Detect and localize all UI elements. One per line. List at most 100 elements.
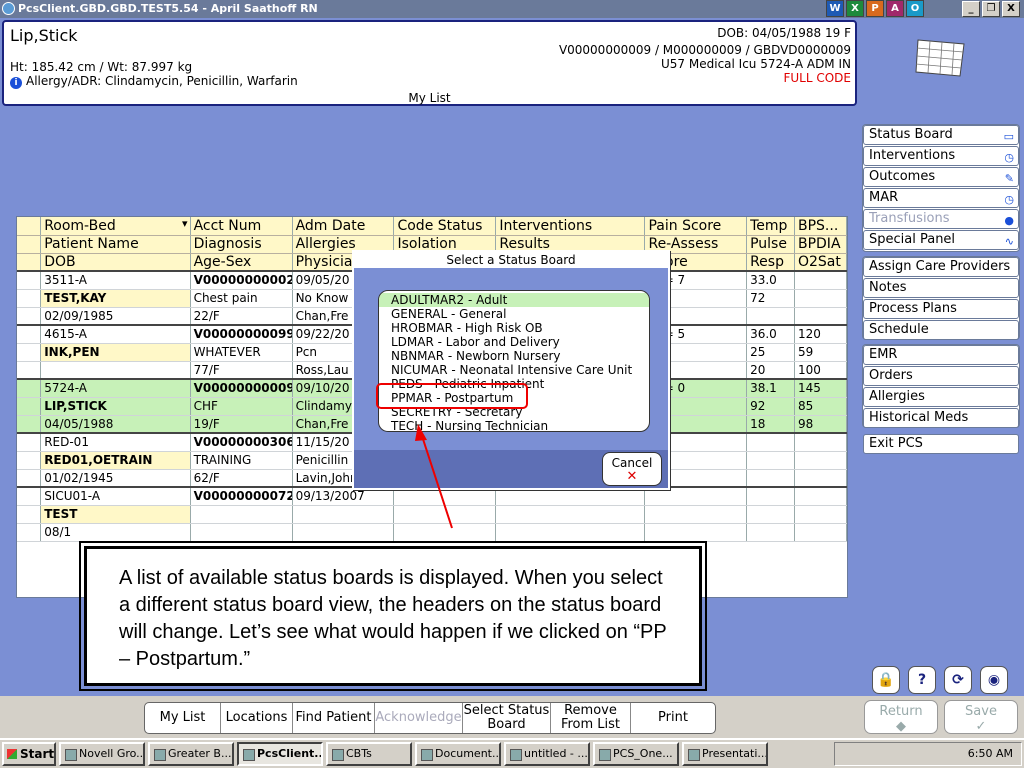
grid-header-cell[interactable]: Age-Sex xyxy=(190,253,293,272)
grid-header-cell[interactable]: Temp xyxy=(746,217,795,236)
sidebar-item-emr[interactable]: EMR xyxy=(863,345,1019,365)
sidebar-item-process-plans[interactable]: Process Plans xyxy=(863,299,1019,319)
table-cell: 02/09/1985 xyxy=(40,307,191,326)
tab-my-list[interactable]: My List xyxy=(145,703,221,733)
grid-header-cell[interactable]: Diagnosis xyxy=(190,235,293,254)
powerpoint-icon[interactable]: P xyxy=(866,0,884,17)
task-presentation[interactable]: Presentati... xyxy=(682,742,768,766)
grid-header-cell[interactable]: O2Sat xyxy=(794,253,847,272)
grid-header-cell[interactable]: Acct Num xyxy=(190,217,293,236)
task-greater[interactable]: Greater B... xyxy=(148,742,234,766)
table-cell: TEST,KAY xyxy=(40,289,191,308)
sort-dropdown-icon[interactable]: ▾ xyxy=(182,217,188,230)
status-board-list[interactable]: ADULTMAR2 - Adult GENERAL - General HROBMA… xyxy=(378,290,650,432)
sidebar-item-label: Transfusions xyxy=(869,211,950,226)
minimize-button[interactable]: _ xyxy=(962,1,980,17)
cancel-button[interactable]: Cancel ✕ xyxy=(602,452,662,486)
lock-icon[interactable]: 🔒 xyxy=(872,666,900,694)
info-icon[interactable]: i xyxy=(10,77,22,89)
tab-print[interactable]: Print xyxy=(631,703,715,733)
table-cell xyxy=(794,451,847,470)
task-untitled[interactable]: untitled - ... xyxy=(504,742,590,766)
table-cell xyxy=(746,505,795,524)
return-button[interactable]: Return ◆ xyxy=(864,700,938,734)
help-icon[interactable]: ? xyxy=(908,666,936,694)
grid-header-cell[interactable]: Room-Bed ▾ xyxy=(40,217,191,236)
task-novell[interactable]: Novell Gro... xyxy=(59,742,145,766)
start-button[interactable]: Start xyxy=(2,742,56,766)
tab-locations[interactable]: Locations xyxy=(221,703,293,733)
status-board-option[interactable]: TECH - Nursing Technician xyxy=(379,419,649,431)
access-icon[interactable]: A xyxy=(886,0,904,17)
table-cell: 08/1 xyxy=(40,523,191,542)
grid-header-cell[interactable]: Pain Score xyxy=(644,217,748,236)
word-icon[interactable]: W xyxy=(826,0,844,17)
settings-icon[interactable]: ◉ xyxy=(980,666,1008,694)
table-row[interactable]: 08/1 xyxy=(17,523,847,542)
sidebar-item-orders[interactable]: Orders xyxy=(863,366,1019,386)
select-status-board-dialog: Select a Status Board ADULTMAR2 - Adult G… xyxy=(352,250,670,490)
sidebar-item-allergies[interactable]: Allergies xyxy=(863,387,1019,407)
restore-button[interactable]: ❐ xyxy=(982,1,1000,17)
grid-header-cell[interactable]: BPDIA xyxy=(794,235,847,254)
sidebar-item-status-board[interactable]: Status Board ▭ xyxy=(863,125,1019,145)
sidebar-item-special-panel[interactable]: Special Panel ∿ xyxy=(863,230,1019,250)
status-board-option[interactable]: GENERAL - General xyxy=(379,307,649,321)
row-gutter xyxy=(17,324,42,344)
sidebar-item-mar-icon: ◷ xyxy=(1004,193,1014,206)
tab-select-status-board[interactable]: Select Status Board xyxy=(463,703,551,733)
table-row[interactable]: TEST xyxy=(17,505,847,524)
status-board-option[interactable]: NICUMAR - Neonatal Intensive Care Unit xyxy=(379,363,649,377)
tab-find-patient[interactable]: Find Patient xyxy=(293,703,375,733)
grid-header-cell[interactable]: Code Status xyxy=(393,217,497,236)
status-board-option[interactable]: HROBMAR - High Risk OB xyxy=(379,321,649,335)
sidebar-item-status-board-icon: ▭ xyxy=(1003,130,1014,143)
sidebar-item-historical-meds[interactable]: Historical Meds xyxy=(863,408,1019,428)
task-pcs-one[interactable]: PCS_One... xyxy=(593,742,679,766)
table-cell xyxy=(495,505,646,524)
grid-header-cell[interactable]: Adm Date xyxy=(292,217,395,236)
save-button[interactable]: Save ✓ xyxy=(944,700,1018,734)
close-button[interactable]: X xyxy=(1002,1,1020,17)
excel-icon[interactable]: X xyxy=(846,0,864,17)
tab-acknowledge[interactable]: Acknowledge xyxy=(375,703,463,733)
grid-header-cell[interactable]: Interventions xyxy=(495,217,646,236)
sidebar-item-assign-care-providers[interactable]: Assign Care Providers xyxy=(863,257,1019,277)
grid-header-cell[interactable]: Pulse xyxy=(746,235,795,254)
outlook-icon[interactable]: O xyxy=(906,0,924,17)
task-document[interactable]: Document... xyxy=(415,742,501,766)
row-gutter xyxy=(17,415,42,434)
status-board-option[interactable]: NBNMAR - Newborn Nursery xyxy=(379,349,649,363)
sidebar-item-interventions[interactable]: Interventions ◷ xyxy=(863,146,1019,166)
grid-header-cell[interactable]: Patient Name xyxy=(40,235,191,254)
table-cell: 59 xyxy=(794,343,847,362)
table-cell xyxy=(644,505,748,524)
refresh-icon[interactable]: ⟳ xyxy=(944,666,972,694)
sidebar-item-label: Notes xyxy=(869,280,907,295)
exit-pcs-button[interactable]: Exit PCS xyxy=(863,434,1019,454)
sidebar-item-outcomes[interactable]: Outcomes ✎ xyxy=(863,167,1019,187)
grid-header-cell[interactable]: DOB xyxy=(40,253,191,272)
table-cell xyxy=(292,523,395,542)
grid-header-cell[interactable]: Resp xyxy=(746,253,795,272)
sidebar-item-mar[interactable]: MAR ◷ xyxy=(863,188,1019,208)
table-cell: 98 xyxy=(794,415,847,434)
status-board-option[interactable]: ADULTMAR2 - Adult xyxy=(379,293,649,307)
table-cell: 22/F xyxy=(190,307,293,326)
sidebar-item-schedule[interactable]: Schedule xyxy=(863,320,1019,340)
grid-header-cell[interactable]: BPS... xyxy=(794,217,847,236)
table-cell: CHF xyxy=(190,397,293,416)
task-pcsclient[interactable]: PcsClient... xyxy=(237,742,323,766)
table-cell xyxy=(794,523,847,542)
task-cbts[interactable]: CBTs xyxy=(326,742,412,766)
tab-remove-from-list[interactable]: Remove From List xyxy=(551,703,631,733)
table-cell xyxy=(746,486,795,506)
sidebar-item-notes[interactable]: Notes xyxy=(863,278,1019,298)
status-board-option[interactable]: LDMAR - Labor and Delivery xyxy=(379,335,649,349)
table-cell: 62/F xyxy=(190,469,293,488)
table-cell xyxy=(794,505,847,524)
grid-header-row: Room-Bed ▾ Acct Num Adm Date Code Status Inte… xyxy=(17,217,847,236)
table-cell: 19/F xyxy=(190,415,293,434)
table-cell xyxy=(794,469,847,488)
sidebar-item-transfusions[interactable]: Transfusions ● xyxy=(863,209,1019,229)
